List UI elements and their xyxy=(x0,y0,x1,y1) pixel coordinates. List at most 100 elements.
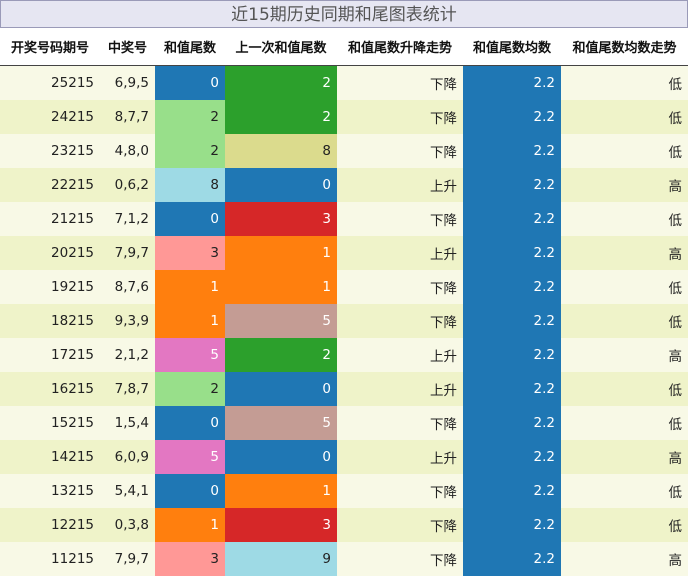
cell-period: 25215 xyxy=(0,65,100,100)
header-trend: 和值尾数升降走势 xyxy=(337,28,463,66)
cell-numbers: 9,3,9 xyxy=(100,304,155,338)
cell-numbers: 8,7,7 xyxy=(100,100,155,134)
cell-period: 21215 xyxy=(0,202,100,236)
cell-trend: 下降 xyxy=(337,474,463,508)
header-numbers: 中奖号 xyxy=(100,28,155,66)
cell-tail: 1 xyxy=(155,508,225,542)
cell-period: 22215 xyxy=(0,168,100,202)
cell-period: 16215 xyxy=(0,372,100,406)
table-row: 14215 6,0,9 5 0 上升 2.2 高 xyxy=(0,440,688,474)
table-row: 24215 8,7,7 2 2 下降 2.2 低 xyxy=(0,100,688,134)
cell-trend: 下降 xyxy=(337,304,463,338)
cell-period: 11215 xyxy=(0,542,100,576)
cell-avg-trend: 低 xyxy=(561,65,688,100)
cell-numbers: 6,0,9 xyxy=(100,440,155,474)
cell-prev-tail: 2 xyxy=(225,338,337,372)
cell-avg-trend: 低 xyxy=(561,508,688,542)
cell-avg-trend: 高 xyxy=(561,542,688,576)
cell-tail: 2 xyxy=(155,100,225,134)
table-row: 18215 9,3,9 1 5 下降 2.2 低 xyxy=(0,304,688,338)
cell-period: 13215 xyxy=(0,474,100,508)
cell-tail: 8 xyxy=(155,168,225,202)
table-row: 17215 2,1,2 5 2 上升 2.2 高 xyxy=(0,338,688,372)
table-row: 21215 7,1,2 0 3 下降 2.2 低 xyxy=(0,202,688,236)
cell-tail: 0 xyxy=(155,474,225,508)
cell-tail: 3 xyxy=(155,542,225,576)
cell-prev-tail: 1 xyxy=(225,270,337,304)
cell-tail: 1 xyxy=(155,304,225,338)
table-row: 16215 7,8,7 2 0 上升 2.2 低 xyxy=(0,372,688,406)
cell-numbers: 7,1,2 xyxy=(100,202,155,236)
cell-prev-tail: 2 xyxy=(225,100,337,134)
cell-numbers: 1,5,4 xyxy=(100,406,155,440)
cell-prev-tail: 0 xyxy=(225,168,337,202)
cell-period: 20215 xyxy=(0,236,100,270)
cell-trend: 下降 xyxy=(337,406,463,440)
cell-tail: 1 xyxy=(155,270,225,304)
cell-numbers: 7,9,7 xyxy=(100,236,155,270)
cell-tail: 0 xyxy=(155,202,225,236)
header-avg-trend: 和值尾数均数走势 xyxy=(561,28,688,66)
cell-avg-trend: 高 xyxy=(561,440,688,474)
cell-period: 23215 xyxy=(0,134,100,168)
cell-avg-trend: 低 xyxy=(561,134,688,168)
cell-avg: 2.2 xyxy=(463,168,561,202)
cell-prev-tail: 5 xyxy=(225,406,337,440)
cell-period: 14215 xyxy=(0,440,100,474)
cell-avg: 2.2 xyxy=(463,202,561,236)
cell-period: 18215 xyxy=(0,304,100,338)
cell-avg-trend: 低 xyxy=(561,406,688,440)
cell-tail: 0 xyxy=(155,65,225,100)
cell-trend: 下降 xyxy=(337,202,463,236)
table-row: 22215 0,6,2 8 0 上升 2.2 高 xyxy=(0,168,688,202)
table-title: 近15期历史同期和尾图表统计 xyxy=(0,0,688,28)
cell-trend: 下降 xyxy=(337,270,463,304)
cell-numbers: 2,1,2 xyxy=(100,338,155,372)
cell-avg: 2.2 xyxy=(463,236,561,270)
cell-trend: 上升 xyxy=(337,372,463,406)
cell-avg-trend: 高 xyxy=(561,236,688,270)
cell-avg-trend: 低 xyxy=(561,304,688,338)
cell-period: 24215 xyxy=(0,100,100,134)
cell-numbers: 4,8,0 xyxy=(100,134,155,168)
cell-avg: 2.2 xyxy=(463,372,561,406)
table-row: 12215 0,3,8 1 3 下降 2.2 低 xyxy=(0,508,688,542)
cell-period: 19215 xyxy=(0,270,100,304)
cell-avg: 2.2 xyxy=(463,508,561,542)
cell-numbers: 7,8,7 xyxy=(100,372,155,406)
table-row: 11215 7,9,7 3 9 下降 2.2 高 xyxy=(0,542,688,576)
table-row: 13215 5,4,1 0 1 下降 2.2 低 xyxy=(0,474,688,508)
cell-avg: 2.2 xyxy=(463,304,561,338)
cell-trend: 下降 xyxy=(337,65,463,100)
cell-avg: 2.2 xyxy=(463,440,561,474)
cell-trend: 下降 xyxy=(337,542,463,576)
cell-prev-tail: 0 xyxy=(225,440,337,474)
header-prev-tail: 上一次和值尾数 xyxy=(225,28,337,66)
cell-avg-trend: 高 xyxy=(561,338,688,372)
cell-numbers: 0,6,2 xyxy=(100,168,155,202)
stats-table: 开奖号码期号 中奖号 和值尾数 上一次和值尾数 和值尾数升降走势 和值尾数均数 … xyxy=(0,28,688,576)
cell-numbers: 7,9,7 xyxy=(100,542,155,576)
cell-avg: 2.2 xyxy=(463,270,561,304)
cell-period: 12215 xyxy=(0,508,100,542)
cell-tail: 2 xyxy=(155,372,225,406)
cell-avg-trend: 低 xyxy=(561,270,688,304)
table-row: 23215 4,8,0 2 8 下降 2.2 低 xyxy=(0,134,688,168)
cell-prev-tail: 3 xyxy=(225,202,337,236)
cell-tail: 0 xyxy=(155,406,225,440)
cell-numbers: 8,7,6 xyxy=(100,270,155,304)
cell-tail: 2 xyxy=(155,134,225,168)
cell-tail: 5 xyxy=(155,338,225,372)
cell-numbers: 5,4,1 xyxy=(100,474,155,508)
cell-avg: 2.2 xyxy=(463,134,561,168)
cell-tail: 3 xyxy=(155,236,225,270)
cell-trend: 下降 xyxy=(337,508,463,542)
cell-trend: 上升 xyxy=(337,168,463,202)
table-row: 15215 1,5,4 0 5 下降 2.2 低 xyxy=(0,406,688,440)
cell-avg: 2.2 xyxy=(463,474,561,508)
cell-numbers: 0,3,8 xyxy=(100,508,155,542)
cell-trend: 下降 xyxy=(337,134,463,168)
cell-numbers: 6,9,5 xyxy=(100,65,155,100)
cell-prev-tail: 9 xyxy=(225,542,337,576)
cell-avg-trend: 高 xyxy=(561,168,688,202)
